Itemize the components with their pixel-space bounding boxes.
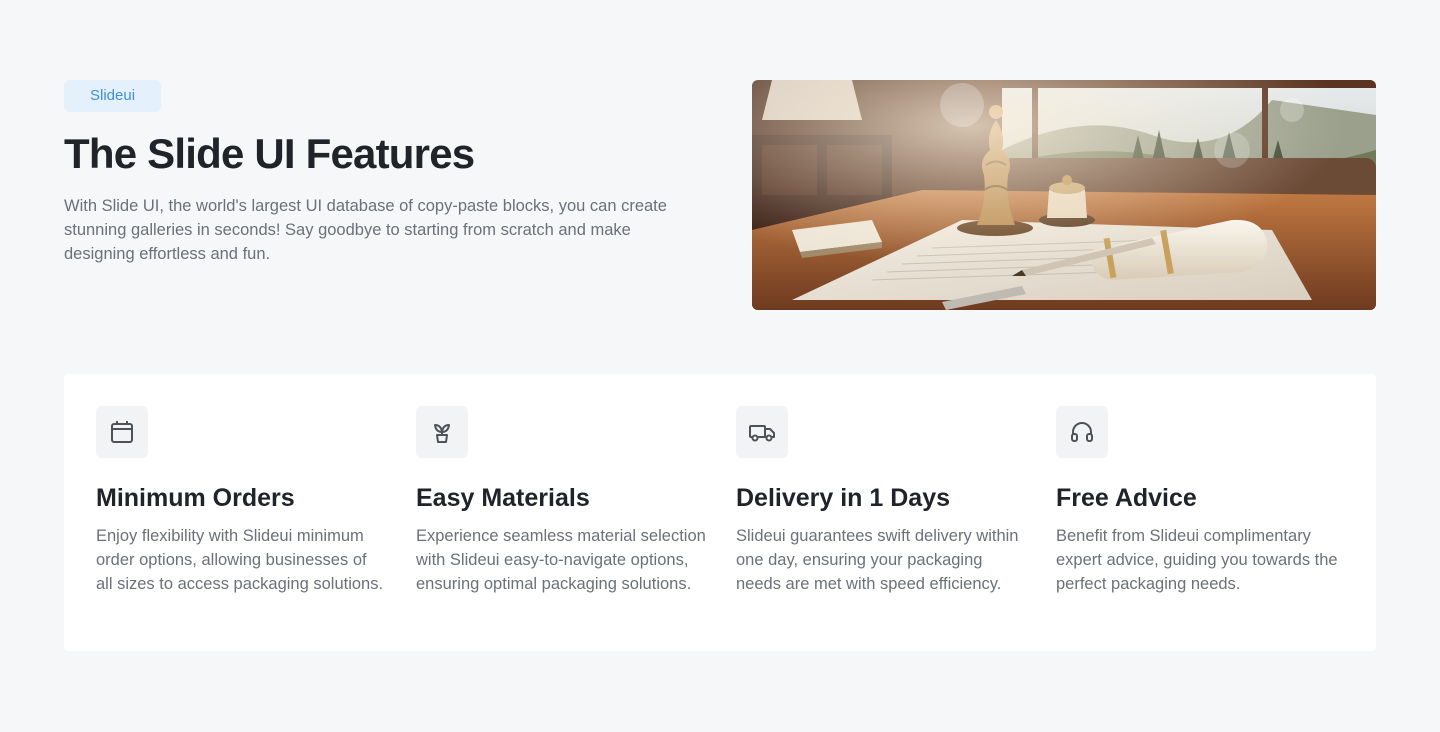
features-card: Minimum Orders Enjoy flexibility with Sl…: [64, 374, 1376, 651]
hero-text: Slideui The Slide UI Features With Slide…: [64, 80, 684, 266]
page: Slideui The Slide UI Features With Slide…: [0, 0, 1440, 732]
hero-description: With Slide UI, the world's largest UI da…: [64, 197, 667, 263]
feature-description: Benefit from Slideui complimentary exper…: [1056, 527, 1338, 593]
feature-title: Easy Materials: [416, 484, 590, 512]
plant-icon: [416, 406, 468, 458]
hero-title: The Slide UI Features: [64, 130, 475, 177]
feature-description: Experience seamless material selection w…: [416, 527, 706, 593]
headphones-icon: [1056, 406, 1108, 458]
hero-badge: Slideui: [64, 80, 162, 112]
feature-description: Enjoy flexibility with Slideui minimum o…: [96, 527, 384, 593]
hero-image: [752, 80, 1376, 310]
feature-delivery: Delivery in 1 Days Slideui guarantees sw…: [736, 406, 1026, 596]
feature-description: Slideui guarantees swift delivery within…: [736, 527, 1019, 593]
truck-icon: [736, 406, 788, 458]
feature-title: Free Advice: [1056, 484, 1197, 512]
feature-free-advice: Free Advice Benefit from Slideui complim…: [1056, 406, 1346, 596]
feature-title: Delivery in 1 Days: [736, 484, 951, 512]
feature-minimum-orders: Minimum Orders Enjoy flexibility with Sl…: [96, 406, 386, 596]
hero-section: Slideui The Slide UI Features With Slide…: [64, 80, 1376, 310]
desk-scene-illustration: [752, 80, 1376, 310]
feature-easy-materials: Easy Materials Experience seamless mater…: [416, 406, 706, 596]
calendar-icon: [96, 406, 148, 458]
feature-title: Minimum Orders: [96, 484, 295, 512]
